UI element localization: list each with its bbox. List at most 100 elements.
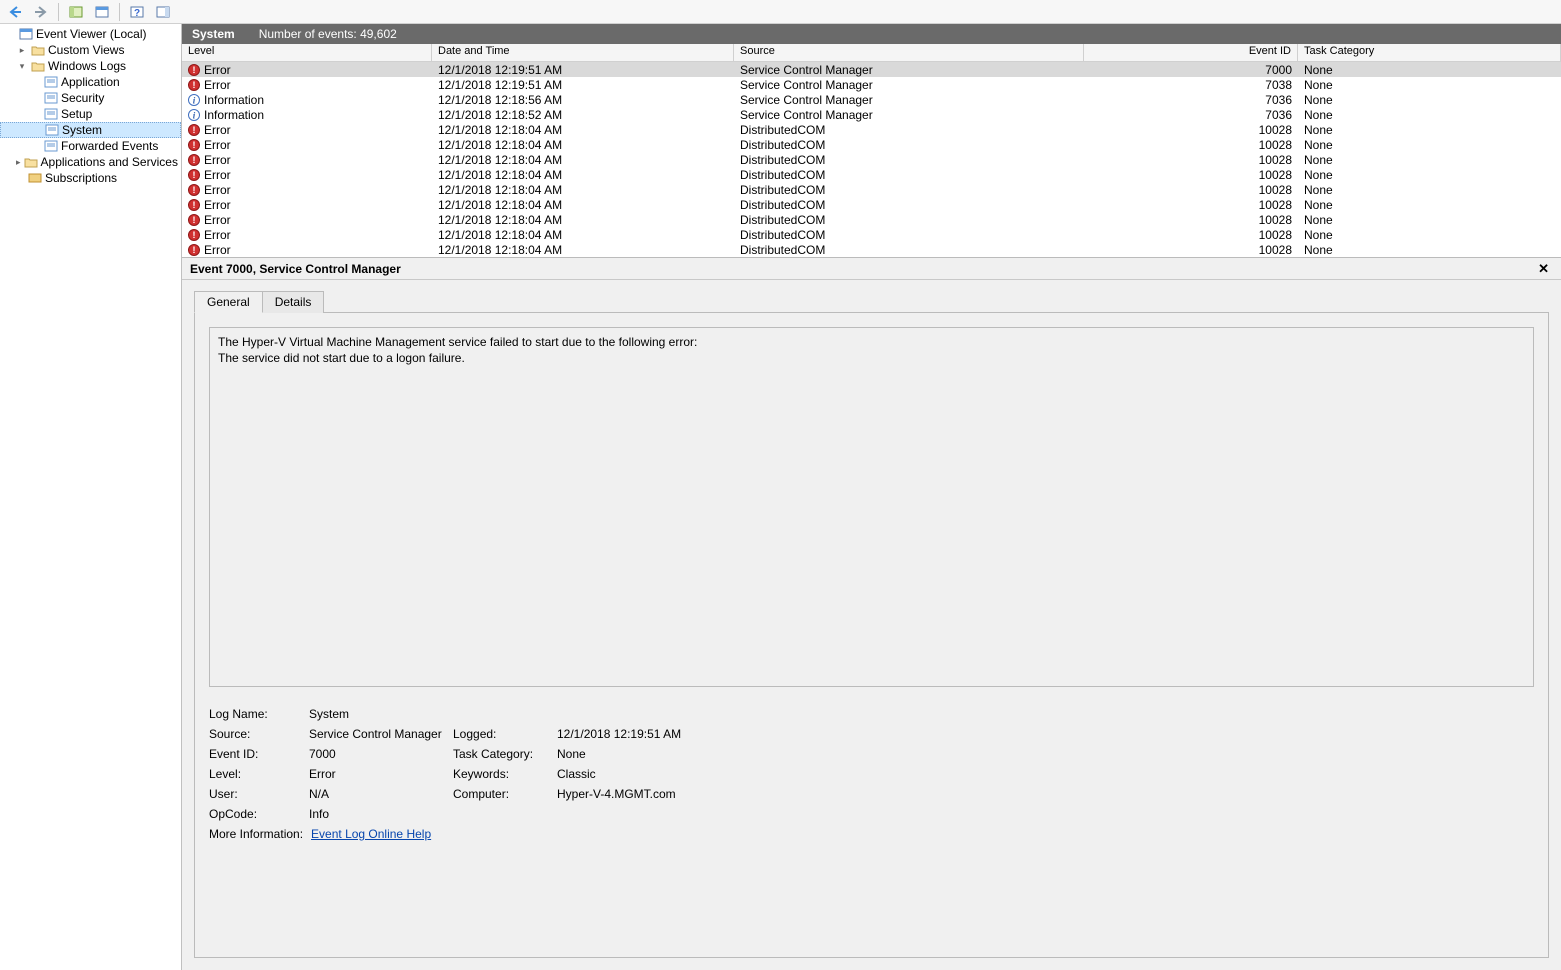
subscriptions-icon <box>28 171 42 185</box>
event-row[interactable]: !Error12/1/2018 12:18:04 AMDistributedCO… <box>182 122 1561 137</box>
col-header-level[interactable]: Level <box>182 44 432 61</box>
tree-log-setup[interactable]: Setup <box>0 106 181 122</box>
event-row[interactable]: !Error12/1/2018 12:18:04 AMDistributedCO… <box>182 242 1561 257</box>
event-row[interactable]: !Error12/1/2018 12:19:51 AMService Contr… <box>182 62 1561 77</box>
value-keywords: Classic <box>557 767 817 781</box>
cell-source: Service Control Manager <box>734 108 1084 122</box>
cell-datetime: 12/1/2018 12:18:04 AM <box>432 213 734 227</box>
value-opcode: Info <box>309 807 449 821</box>
cell-category: None <box>1298 108 1561 122</box>
cell-category: None <box>1298 243 1561 257</box>
event-details-pane: Event 7000, Service Control Manager ✕ Ge… <box>182 258 1561 970</box>
cell-category: None <box>1298 138 1561 152</box>
cell-source: Service Control Manager <box>734 78 1084 92</box>
chevron-right-icon[interactable]: ▸ <box>16 157 21 168</box>
event-properties: Log Name: System Source: Service Control… <box>209 707 1534 821</box>
event-row[interactable]: iInformation12/1/2018 12:18:56 AMService… <box>182 92 1561 107</box>
cell-level: Error <box>204 243 231 257</box>
cell-event-id: 10028 <box>1084 153 1298 167</box>
cell-source: DistributedCOM <box>734 198 1084 212</box>
event-row[interactable]: iInformation12/1/2018 12:18:52 AMService… <box>182 107 1561 122</box>
error-icon: ! <box>188 124 200 136</box>
svg-text:!: ! <box>193 185 196 195</box>
svg-text:!: ! <box>193 125 196 135</box>
tree-subscriptions[interactable]: Subscriptions <box>0 170 181 186</box>
information-icon: i <box>188 94 200 106</box>
tree-log-forwarded[interactable]: Forwarded Events <box>0 138 181 154</box>
svg-text:!: ! <box>193 215 196 225</box>
value-user: N/A <box>309 787 449 801</box>
chevron-right-icon[interactable]: ▸ <box>16 45 28 56</box>
chevron-down-icon[interactable]: ▾ <box>16 61 28 72</box>
log-icon <box>44 75 58 89</box>
event-grid: Level Date and Time Source Event ID Task… <box>182 44 1561 258</box>
cell-category: None <box>1298 213 1561 227</box>
tree-custom-views[interactable]: ▸ Custom Views <box>0 42 181 58</box>
svg-text:!: ! <box>193 245 196 255</box>
event-row[interactable]: !Error12/1/2018 12:18:04 AMDistributedCO… <box>182 212 1561 227</box>
back-button[interactable] <box>4 2 26 22</box>
svg-text:!: ! <box>193 65 196 75</box>
folder-icon <box>24 155 38 169</box>
show-hide-tree-button[interactable] <box>65 2 87 22</box>
error-icon: ! <box>188 184 200 196</box>
svg-text:!: ! <box>193 80 196 90</box>
cell-category: None <box>1298 198 1561 212</box>
svg-text:!: ! <box>193 155 196 165</box>
message-line: The Hyper-V Virtual Machine Management s… <box>218 334 1525 350</box>
close-button[interactable]: ✕ <box>1534 261 1553 277</box>
details-header: Event 7000, Service Control Manager ✕ <box>182 258 1561 280</box>
tree-label: Setup <box>61 107 92 121</box>
tree-log-system[interactable]: System <box>0 122 181 138</box>
event-row[interactable]: !Error12/1/2018 12:18:04 AMDistributedCO… <box>182 227 1561 242</box>
event-row[interactable]: !Error12/1/2018 12:18:04 AMDistributedCO… <box>182 152 1561 167</box>
cell-event-id: 10028 <box>1084 168 1298 182</box>
tree-label: Windows Logs <box>48 59 126 73</box>
cell-level: Error <box>204 63 231 77</box>
tree-apps-services[interactable]: ▸ Applications and Services Logs <box>0 154 181 170</box>
grid-body[interactable]: !Error12/1/2018 12:19:51 AMService Contr… <box>182 62 1561 257</box>
error-icon: ! <box>188 214 200 226</box>
cell-source: Service Control Manager <box>734 93 1084 107</box>
col-header-datetime[interactable]: Date and Time <box>432 44 734 61</box>
label-computer: Computer: <box>453 787 553 801</box>
event-row[interactable]: !Error12/1/2018 12:18:04 AMDistributedCO… <box>182 182 1561 197</box>
event-row[interactable]: !Error12/1/2018 12:19:51 AMService Contr… <box>182 77 1561 92</box>
properties-button[interactable] <box>91 2 113 22</box>
help-button[interactable]: ? <box>126 2 148 22</box>
svg-text:!: ! <box>193 140 196 150</box>
tree-log-security[interactable]: Security <box>0 90 181 106</box>
col-header-eventid[interactable]: Event ID <box>1084 44 1298 61</box>
label-level: Level: <box>209 767 305 781</box>
error-icon: ! <box>188 64 200 76</box>
col-header-category[interactable]: Task Category <box>1298 44 1561 61</box>
tab-details[interactable]: Details <box>262 291 325 313</box>
cell-level: Error <box>204 168 231 182</box>
value-computer: Hyper-V-4.MGMT.com <box>557 787 817 801</box>
tree-windows-logs[interactable]: ▾ Windows Logs <box>0 58 181 74</box>
cell-level: Error <box>204 123 231 137</box>
col-header-source[interactable]: Source <box>734 44 1084 61</box>
cell-datetime: 12/1/2018 12:18:04 AM <box>432 198 734 212</box>
cell-source: DistributedCOM <box>734 153 1084 167</box>
label-event-id: Event ID: <box>209 747 305 761</box>
event-row[interactable]: !Error12/1/2018 12:18:04 AMDistributedCO… <box>182 137 1561 152</box>
event-row[interactable]: !Error12/1/2018 12:18:04 AMDistributedCO… <box>182 167 1561 182</box>
navigation-tree[interactable]: ▶ Event Viewer (Local) ▸ Custom Views ▾ … <box>0 24 182 970</box>
error-icon: ! <box>188 139 200 151</box>
forward-button[interactable] <box>30 2 52 22</box>
link-online-help[interactable]: Event Log Online Help <box>311 827 431 841</box>
tab-general[interactable]: General <box>194 291 263 313</box>
cell-source: DistributedCOM <box>734 168 1084 182</box>
folder-open-icon <box>31 59 45 73</box>
label-user: User: <box>209 787 305 801</box>
label-source: Source: <box>209 727 305 741</box>
tree-label: Forwarded Events <box>61 139 158 153</box>
cell-event-id: 7036 <box>1084 93 1298 107</box>
cell-level: Error <box>204 213 231 227</box>
value-source: Service Control Manager <box>309 727 449 741</box>
tree-root[interactable]: ▶ Event Viewer (Local) <box>0 26 181 42</box>
tree-log-application[interactable]: Application <box>0 74 181 90</box>
event-row[interactable]: !Error12/1/2018 12:18:04 AMDistributedCO… <box>182 197 1561 212</box>
action-pane-button[interactable] <box>152 2 174 22</box>
